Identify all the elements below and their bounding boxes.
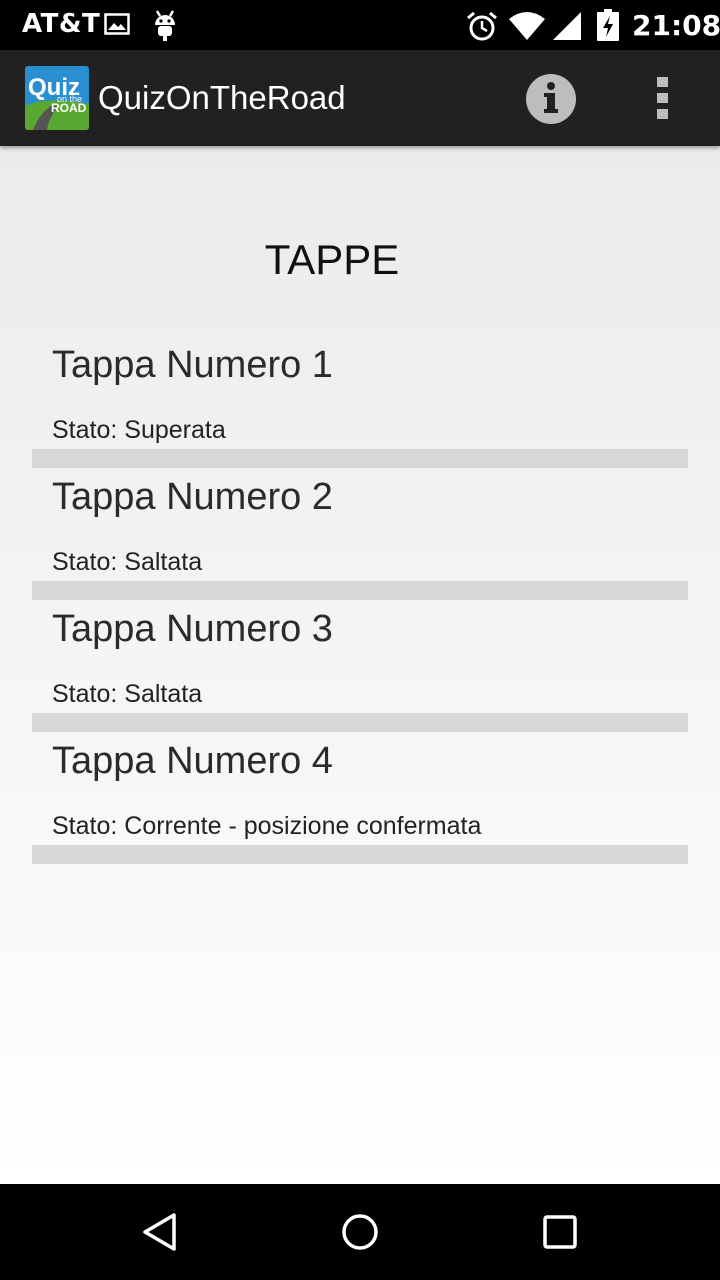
battery-charging-icon <box>597 9 619 41</box>
stage-title: Tappa Numero 3 <box>52 608 333 650</box>
stage-title: Tappa Numero 4 <box>52 740 333 782</box>
back-icon[interactable] <box>140 1212 180 1252</box>
list-item[interactable]: Tappa Numero 3 Stato: Saltata <box>32 594 688 732</box>
list-item[interactable]: Tappa Numero 2 Stato: Saltata <box>32 462 688 600</box>
recents-icon[interactable] <box>541 1212 579 1252</box>
stage-list: Tappa Numero 1 Stato: Superata Tappa Num… <box>32 330 688 864</box>
alarm-icon <box>467 11 497 41</box>
app-logo[interactable]: Quiz on the ROAD <box>25 66 89 130</box>
overflow-menu-icon[interactable] <box>648 73 678 123</box>
signal-icon <box>553 12 581 40</box>
app-title: QuizOnTheRoad <box>98 79 346 116</box>
stage-status: Stato: Saltata <box>52 680 203 708</box>
clock: 21:08 <box>632 9 720 42</box>
status-bar: AT&T 21:08 <box>0 0 720 50</box>
action-bar: Quiz on the ROAD QuizOnTheRoad <box>0 50 720 146</box>
stage-status: Stato: Saltata <box>52 548 203 576</box>
main-content: TAPPE Tappa Numero 1 Stato: Superata Tap… <box>0 146 720 1184</box>
divider <box>32 845 688 864</box>
android-debug-icon <box>155 10 175 41</box>
stage-title: Tappa Numero 2 <box>52 476 333 518</box>
home-icon[interactable] <box>340 1212 380 1252</box>
list-item[interactable]: Tappa Numero 1 Stato: Superata <box>32 330 688 468</box>
stage-title: Tappa Numero 1 <box>52 344 333 386</box>
logo-text-road: ROAD <box>51 101 87 115</box>
page-title: TAPPE <box>264 236 400 283</box>
stage-status: Stato: Superata <box>52 416 226 444</box>
wifi-icon <box>509 12 545 40</box>
navigation-bar <box>0 1184 720 1280</box>
stage-status: Stato: Corrente - posizione confermata <box>52 812 482 840</box>
info-icon[interactable] <box>525 73 577 125</box>
carrier-label: AT&T <box>22 9 101 39</box>
list-item[interactable]: Tappa Numero 4 Stato: Corrente - posizio… <box>32 726 688 864</box>
image-icon <box>104 13 130 35</box>
